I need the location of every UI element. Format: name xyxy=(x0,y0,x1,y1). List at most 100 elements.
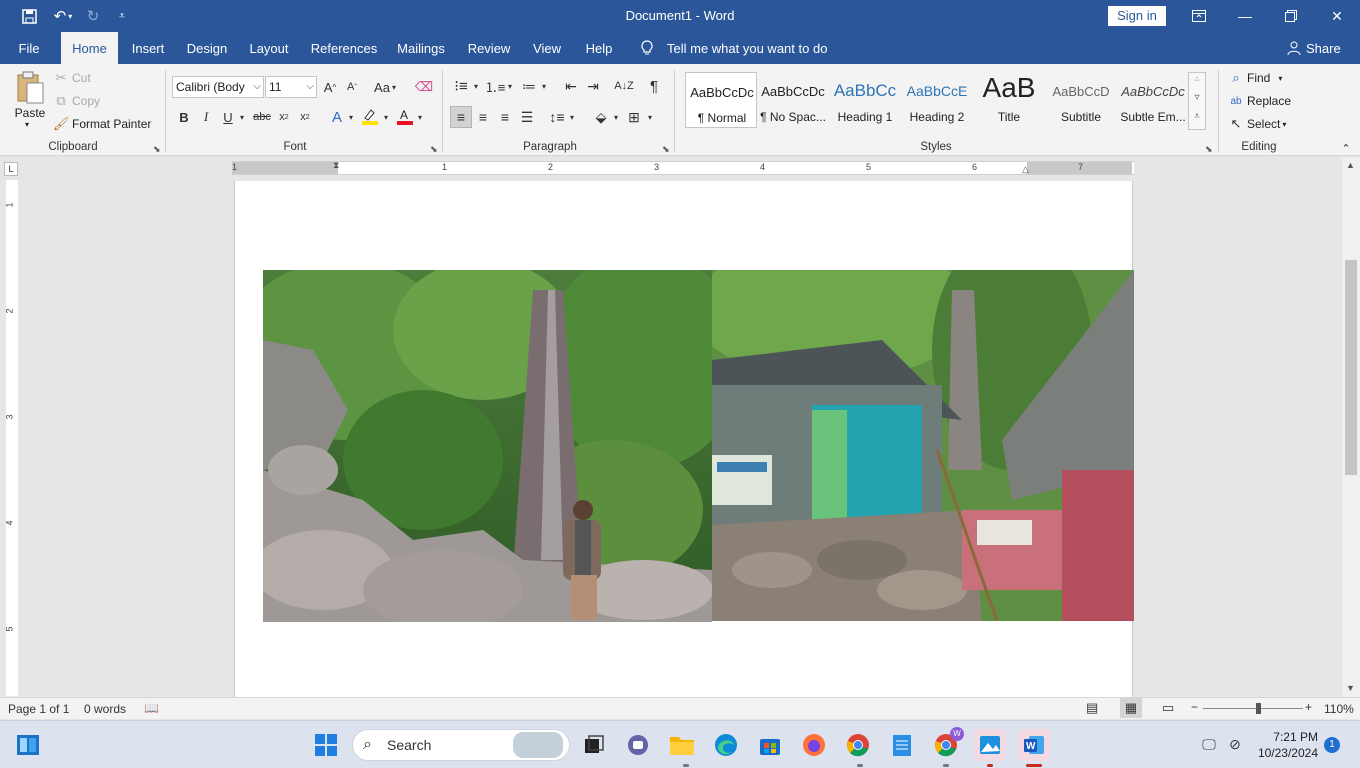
notification-badge[interactable]: 1 xyxy=(1324,737,1340,753)
roadside-stall-photo[interactable] xyxy=(712,270,1134,621)
justify-icon[interactable]: ☰ xyxy=(517,106,537,128)
format-painter-icon[interactable]: 🖌 xyxy=(53,116,70,132)
clock[interactable]: 7:21 PM 10/23/2024 xyxy=(1250,729,1318,761)
horizontal-ruler[interactable]: 1 1 2 3 4 5 6 7 ⧗ △ xyxy=(232,160,1134,175)
minimize-icon[interactable]: — xyxy=(1222,0,1268,32)
tab-design[interactable]: Design xyxy=(182,32,232,64)
style-heading-1[interactable]: AaBbCc Heading 1 xyxy=(829,72,901,128)
ribbon-display-options-icon[interactable] xyxy=(1176,0,1222,32)
task-view-icon[interactable] xyxy=(578,729,610,761)
print-layout-icon[interactable]: ▦ xyxy=(1120,698,1142,718)
zoom-level[interactable]: 110% xyxy=(1324,702,1354,716)
font-size-combo[interactable]: 11 ⌵ xyxy=(265,76,317,98)
paste-icon[interactable] xyxy=(14,70,46,106)
undo-icon[interactable]: ↶ ▾ xyxy=(48,0,78,32)
waterfall-photo[interactable] xyxy=(263,270,712,622)
scroll-up-icon[interactable]: ▲ xyxy=(1346,160,1355,170)
tab-selector-icon[interactable]: L xyxy=(4,162,18,176)
sort-icon[interactable]: A↓Z xyxy=(614,76,634,96)
bullets-icon[interactable]: ⁝≡ xyxy=(451,76,471,96)
chrome-profile-icon[interactable]: W xyxy=(930,727,964,761)
tab-review[interactable]: Review xyxy=(464,32,514,64)
subscript-icon[interactable]: x2 xyxy=(276,108,292,126)
word-count[interactable]: 0 words xyxy=(84,702,126,716)
styles-launcher-icon[interactable]: ⬊ xyxy=(1205,144,1213,155)
style-title[interactable]: AaB Title xyxy=(973,72,1045,128)
superscript-icon[interactable]: x2 xyxy=(297,108,313,126)
bold-icon[interactable]: B xyxy=(176,108,192,126)
increase-indent-icon[interactable]: ⇥ xyxy=(583,76,603,96)
restore-icon[interactable] xyxy=(1268,0,1314,32)
network-disconnected-icon[interactable]: ⊘ xyxy=(1226,735,1244,753)
decrease-indent-icon[interactable]: ⇤ xyxy=(561,76,581,96)
tab-insert[interactable]: Insert xyxy=(126,32,170,64)
firefox-icon[interactable] xyxy=(798,729,830,761)
paste-button[interactable]: Paste xyxy=(14,106,46,120)
display-icon[interactable]: 🖵 xyxy=(1200,735,1218,753)
tab-file[interactable]: File xyxy=(8,32,50,64)
page-count[interactable]: Page 1 of 1 xyxy=(8,702,69,716)
vertical-ruler[interactable]: 1 2 3 4 5 xyxy=(5,180,18,696)
format-painter-button[interactable]: Format Painter xyxy=(72,117,151,131)
italic-icon[interactable]: I xyxy=(198,108,214,126)
multilevel-dropdown-icon[interactable]: ▾ xyxy=(539,79,549,93)
numbering-dropdown-icon[interactable]: ▾ xyxy=(505,79,515,93)
underline-icon[interactable]: U xyxy=(220,108,236,126)
style-heading-2[interactable]: AaBbCcE Heading 2 xyxy=(901,72,973,128)
numbering-icon[interactable]: ⒈≡ xyxy=(485,76,506,96)
proofing-icon[interactable]: 📖 xyxy=(144,701,159,715)
font-family-combo[interactable]: Calibri (Body ⌵ xyxy=(172,76,264,98)
select-cursor-icon[interactable]: ↖ xyxy=(1228,116,1244,132)
scrollbar-thumb[interactable] xyxy=(1345,260,1357,475)
align-left-icon[interactable]: ≡ xyxy=(450,106,472,128)
web-layout-icon[interactable]: ▭ xyxy=(1162,700,1174,716)
scroll-down-icon[interactable]: ▿ xyxy=(1189,92,1205,110)
share-icon[interactable] xyxy=(1286,40,1302,56)
scroll-down-icon[interactable]: ▼ xyxy=(1346,683,1355,693)
share-button[interactable]: Share xyxy=(1306,32,1341,64)
right-indent-marker-icon[interactable]: △ xyxy=(1022,164,1029,175)
clear-formatting-icon[interactable]: ⌫ xyxy=(414,78,434,96)
widgets-icon[interactable] xyxy=(12,729,44,761)
replace-button[interactable]: Replace xyxy=(1247,94,1291,108)
grow-font-icon[interactable]: A ^ xyxy=(321,78,339,96)
tell-me-search[interactable]: Tell me what you want to do xyxy=(667,32,827,64)
show-formatting-marks-icon[interactable]: ¶ xyxy=(644,76,664,96)
document-page[interactable] xyxy=(234,181,1134,697)
customize-quick-access-icon[interactable]: ⩡ xyxy=(112,0,132,32)
select-button[interactable]: Select ▾ xyxy=(1247,117,1286,131)
highlight-icon[interactable] xyxy=(360,106,380,126)
edge-icon[interactable] xyxy=(710,729,742,761)
tab-references[interactable]: References xyxy=(308,32,380,64)
clipboard-launcher-icon[interactable]: ⬊ xyxy=(153,144,161,155)
shrink-font-icon[interactable]: Aˇ xyxy=(343,78,361,96)
save-icon[interactable] xyxy=(16,0,42,32)
teams-chat-icon[interactable] xyxy=(622,729,654,761)
vertical-scrollbar[interactable]: ▲ ▼ xyxy=(1342,158,1360,697)
word-icon[interactable]: W xyxy=(1018,729,1050,761)
tab-view[interactable]: View xyxy=(528,32,566,64)
text-effects-icon[interactable]: A xyxy=(328,107,346,127)
photos-icon[interactable] xyxy=(974,729,1006,761)
align-right-icon[interactable]: ≡ xyxy=(495,106,515,128)
font-color-dropdown-icon[interactable]: ▾ xyxy=(415,110,425,124)
change-case-icon[interactable]: Aa ▾ xyxy=(370,78,400,96)
file-explorer-icon[interactable] xyxy=(666,729,698,761)
indent-marker-icon[interactable]: ⧗ xyxy=(333,160,339,171)
replace-icon[interactable]: ab xyxy=(1227,93,1245,109)
style-normal[interactable]: AaBbCcDc ¶ Normal xyxy=(685,72,757,128)
highlight-dropdown-icon[interactable]: ▾ xyxy=(381,110,391,124)
shading-dropdown-icon[interactable]: ▾ xyxy=(611,110,621,124)
chrome-icon[interactable] xyxy=(842,729,874,761)
start-icon[interactable] xyxy=(310,729,342,761)
notepad-icon[interactable] xyxy=(886,729,918,761)
align-center-icon[interactable]: ≡ xyxy=(473,106,493,128)
find-icon[interactable]: ⌕ xyxy=(1228,70,1244,86)
zoom-out-icon[interactable]: − xyxy=(1191,700,1198,714)
read-mode-icon[interactable]: ▤ xyxy=(1086,700,1098,716)
tab-home[interactable]: Home xyxy=(61,32,118,64)
zoom-in-icon[interactable]: + xyxy=(1305,700,1312,714)
zoom-slider-thumb[interactable] xyxy=(1256,703,1261,714)
borders-dropdown-icon[interactable]: ▾ xyxy=(645,110,655,124)
taskbar-search[interactable]: ⌕ Search xyxy=(352,729,570,761)
